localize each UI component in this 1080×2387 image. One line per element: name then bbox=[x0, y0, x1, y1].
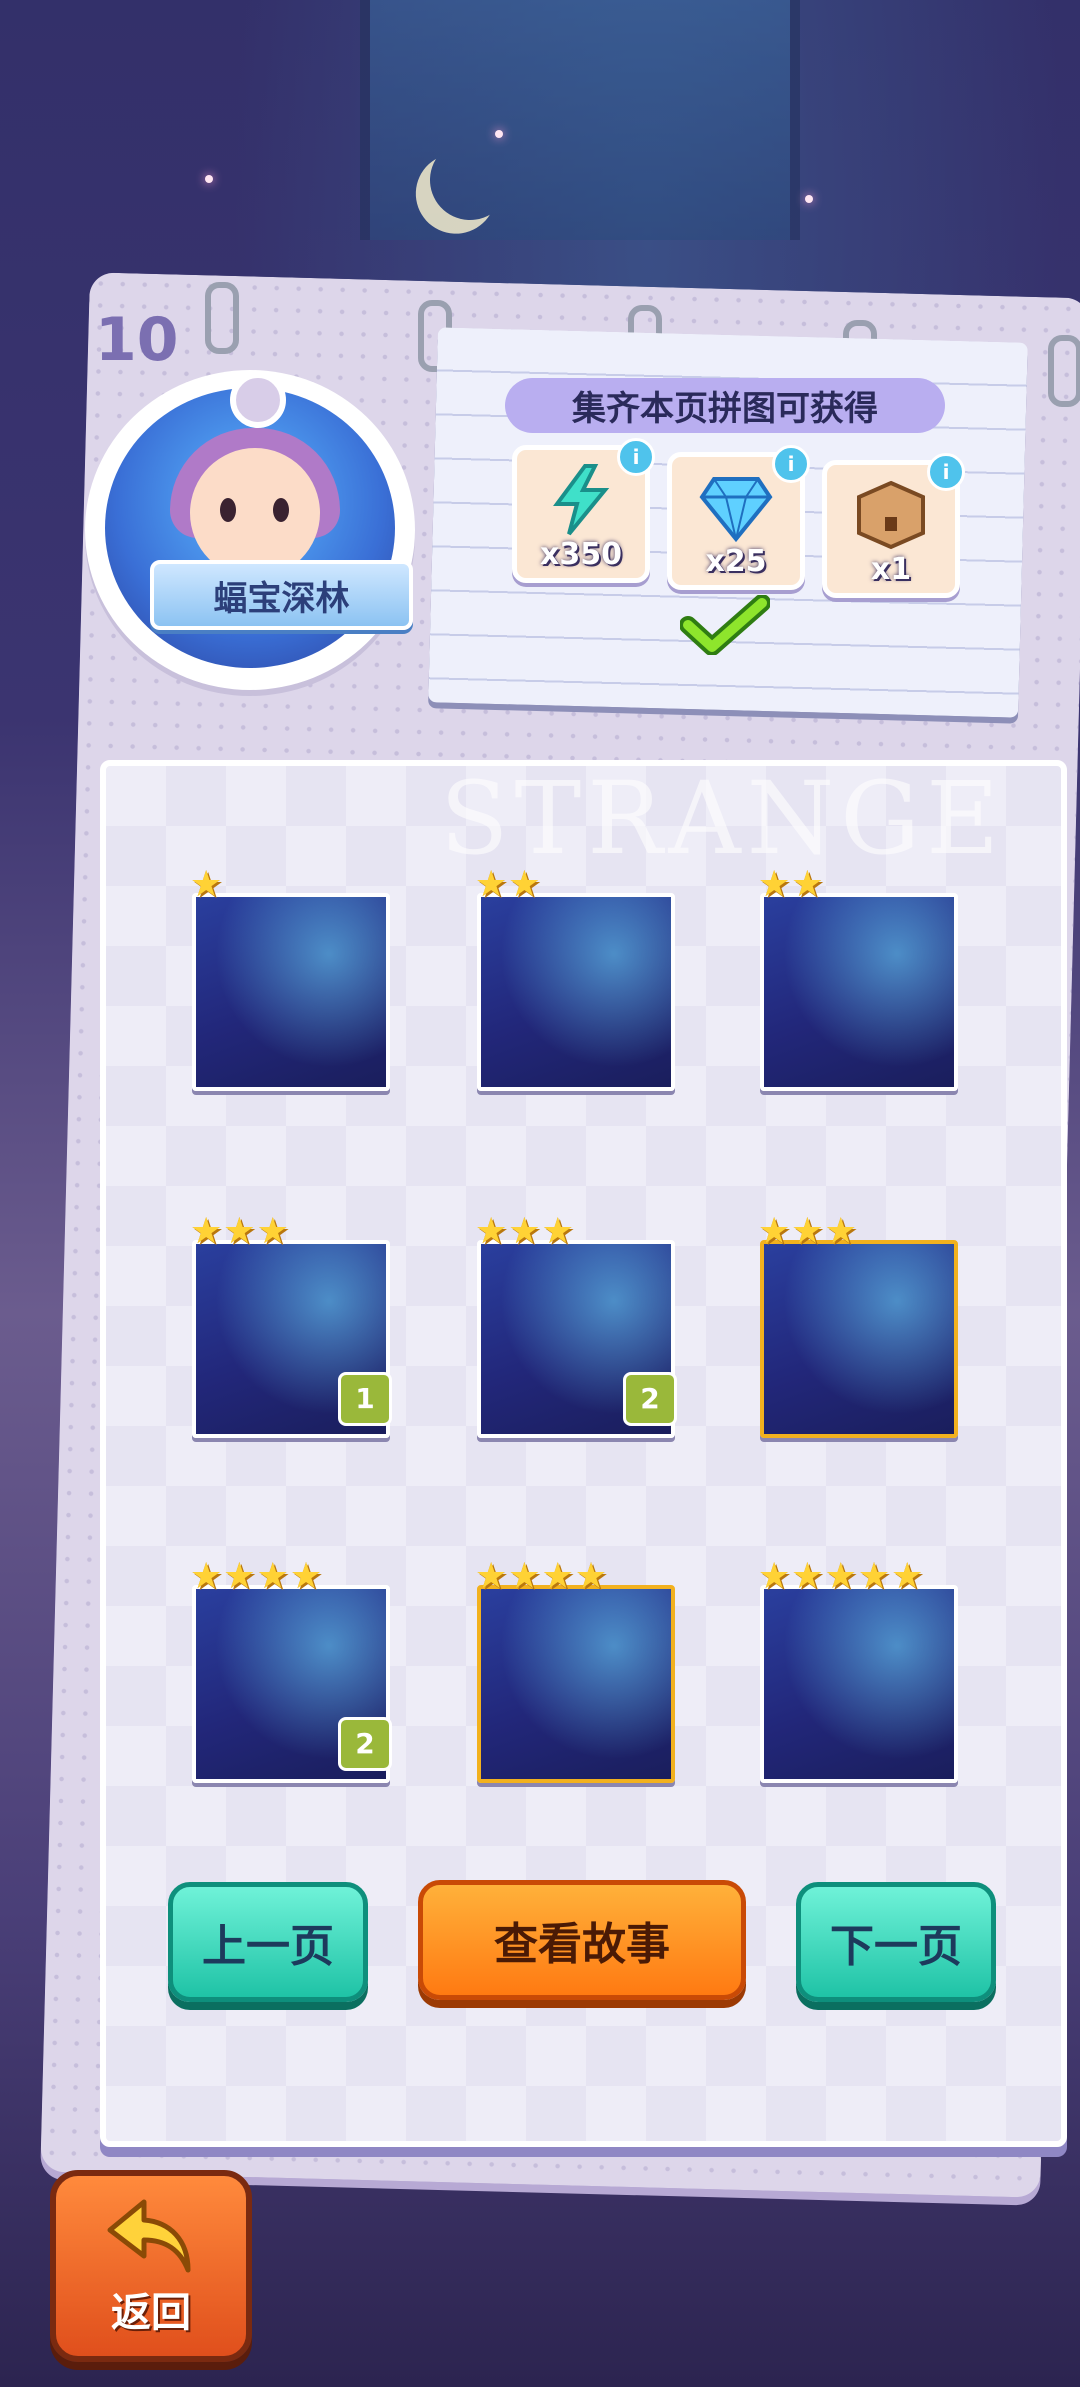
sparkle bbox=[495, 130, 503, 138]
info-icon[interactable]: i bbox=[927, 453, 965, 491]
puzzle-piece[interactable]: ★ ★ ★ ★ 2 bbox=[190, 1559, 392, 1783]
piece-art bbox=[764, 897, 954, 1087]
reward-quantity: x1 bbox=[870, 552, 912, 587]
reward-quantity: x350 bbox=[540, 537, 622, 572]
reward-diamond[interactable]: i x25 bbox=[667, 445, 810, 590]
star-icon: ★ bbox=[475, 864, 508, 905]
star-icon: ★ bbox=[508, 864, 541, 905]
board-watermark: STRANGE bbox=[440, 760, 1006, 877]
star-icon: ★ bbox=[891, 1556, 924, 1597]
star-icon: ★ bbox=[758, 1211, 791, 1252]
piece-count-badge: 1 bbox=[338, 1372, 392, 1426]
piece-stars: ★ bbox=[190, 867, 222, 903]
star-icon: ★ bbox=[289, 1556, 323, 1597]
star-icon: ★ bbox=[256, 1211, 289, 1252]
piece-stars: ★ ★ bbox=[758, 867, 824, 903]
reward-title: 集齐本页拼图可获得 bbox=[505, 378, 945, 433]
checkmark-icon bbox=[680, 595, 770, 655]
prev-page-button[interactable]: 上一页 bbox=[168, 1882, 368, 2002]
piece-stars: ★ ★ ★ ★ bbox=[475, 1559, 607, 1595]
star-icon: ★ bbox=[223, 1556, 256, 1597]
star-icon: ★ bbox=[824, 1556, 857, 1597]
back-arrow-icon bbox=[107, 2199, 191, 2273]
reward-chest[interactable]: i x1 bbox=[822, 453, 965, 598]
piece-art bbox=[764, 1244, 954, 1434]
star-icon: ★ bbox=[758, 1556, 791, 1597]
puzzle-piece[interactable]: ★ ★ ★ ★ ★ bbox=[758, 1559, 958, 1783]
back-button[interactable]: 返回 bbox=[50, 2170, 252, 2362]
piece-stars: ★ ★ ★ bbox=[475, 1214, 574, 1250]
piece-stars: ★ ★ bbox=[475, 867, 541, 903]
reward-quantity: x25 bbox=[705, 544, 767, 579]
star-icon: ★ bbox=[791, 864, 824, 905]
sparkle bbox=[805, 195, 813, 203]
star-icon: ★ bbox=[791, 1556, 824, 1597]
puzzle-piece[interactable]: ★ ★ ★ 2 bbox=[475, 1214, 677, 1438]
notebook-ring bbox=[205, 282, 239, 354]
piece-count-badge: 2 bbox=[338, 1717, 392, 1771]
character-eye bbox=[220, 498, 236, 522]
chest-icon bbox=[857, 480, 925, 550]
puzzle-piece[interactable]: ★ ★ bbox=[475, 867, 675, 1091]
info-icon[interactable]: i bbox=[617, 438, 655, 476]
star-icon: ★ bbox=[256, 1556, 289, 1597]
page-number: 10 bbox=[95, 305, 179, 375]
badge-hole bbox=[230, 372, 286, 428]
puzzle-piece[interactable]: ★ ★ ★ 1 bbox=[190, 1214, 392, 1438]
back-label: 返回 bbox=[111, 2290, 191, 2336]
star-icon: ★ bbox=[824, 1211, 857, 1252]
view-story-button[interactable]: 查看故事 bbox=[418, 1880, 746, 2000]
chapter-name: 蝠宝深林 bbox=[150, 560, 413, 630]
star-icon: ★ bbox=[758, 864, 791, 905]
notebook-ring bbox=[1048, 335, 1080, 407]
piece-stars: ★ ★ ★ ★ ★ bbox=[758, 1559, 923, 1595]
sparkle bbox=[205, 175, 213, 183]
background-window bbox=[360, 0, 800, 240]
piece-art bbox=[196, 897, 386, 1087]
piece-stars: ★ ★ ★ ★ bbox=[190, 1559, 322, 1595]
reward-energy[interactable]: i x350 bbox=[512, 438, 655, 583]
piece-stars: ★ ★ ★ bbox=[758, 1214, 857, 1250]
info-icon[interactable]: i bbox=[772, 445, 810, 483]
star-icon: ★ bbox=[475, 1211, 508, 1252]
piece-art bbox=[481, 897, 671, 1087]
star-icon: ★ bbox=[508, 1556, 541, 1597]
star-icon: ★ bbox=[190, 1556, 223, 1597]
puzzle-piece[interactable]: ★ ★ ★ bbox=[758, 1214, 958, 1438]
piece-stars: ★ ★ ★ bbox=[190, 1214, 289, 1250]
star-icon: ★ bbox=[508, 1211, 541, 1252]
star-icon: ★ bbox=[541, 1556, 574, 1597]
piece-art bbox=[481, 1589, 671, 1779]
star-icon: ★ bbox=[857, 1556, 891, 1597]
star-icon: ★ bbox=[791, 1211, 824, 1252]
puzzle-piece[interactable]: ★ ★ bbox=[758, 867, 958, 1091]
star-icon: ★ bbox=[574, 1556, 608, 1597]
character-eye bbox=[273, 498, 289, 522]
next-page-button[interactable]: 下一页 bbox=[796, 1882, 996, 2002]
star-icon: ★ bbox=[190, 864, 223, 905]
star-icon: ★ bbox=[190, 1211, 223, 1252]
piece-count-badge: 2 bbox=[623, 1372, 677, 1426]
lightning-icon bbox=[553, 464, 610, 536]
puzzle-piece[interactable]: ★ bbox=[190, 867, 390, 1091]
character-face bbox=[190, 448, 320, 578]
diamond-icon bbox=[699, 477, 773, 543]
star-icon: ★ bbox=[541, 1211, 574, 1252]
star-icon: ★ bbox=[223, 1211, 256, 1252]
star-icon: ★ bbox=[475, 1556, 508, 1597]
piece-art bbox=[764, 1589, 954, 1779]
puzzle-piece[interactable]: ★ ★ ★ ★ bbox=[475, 1559, 675, 1783]
